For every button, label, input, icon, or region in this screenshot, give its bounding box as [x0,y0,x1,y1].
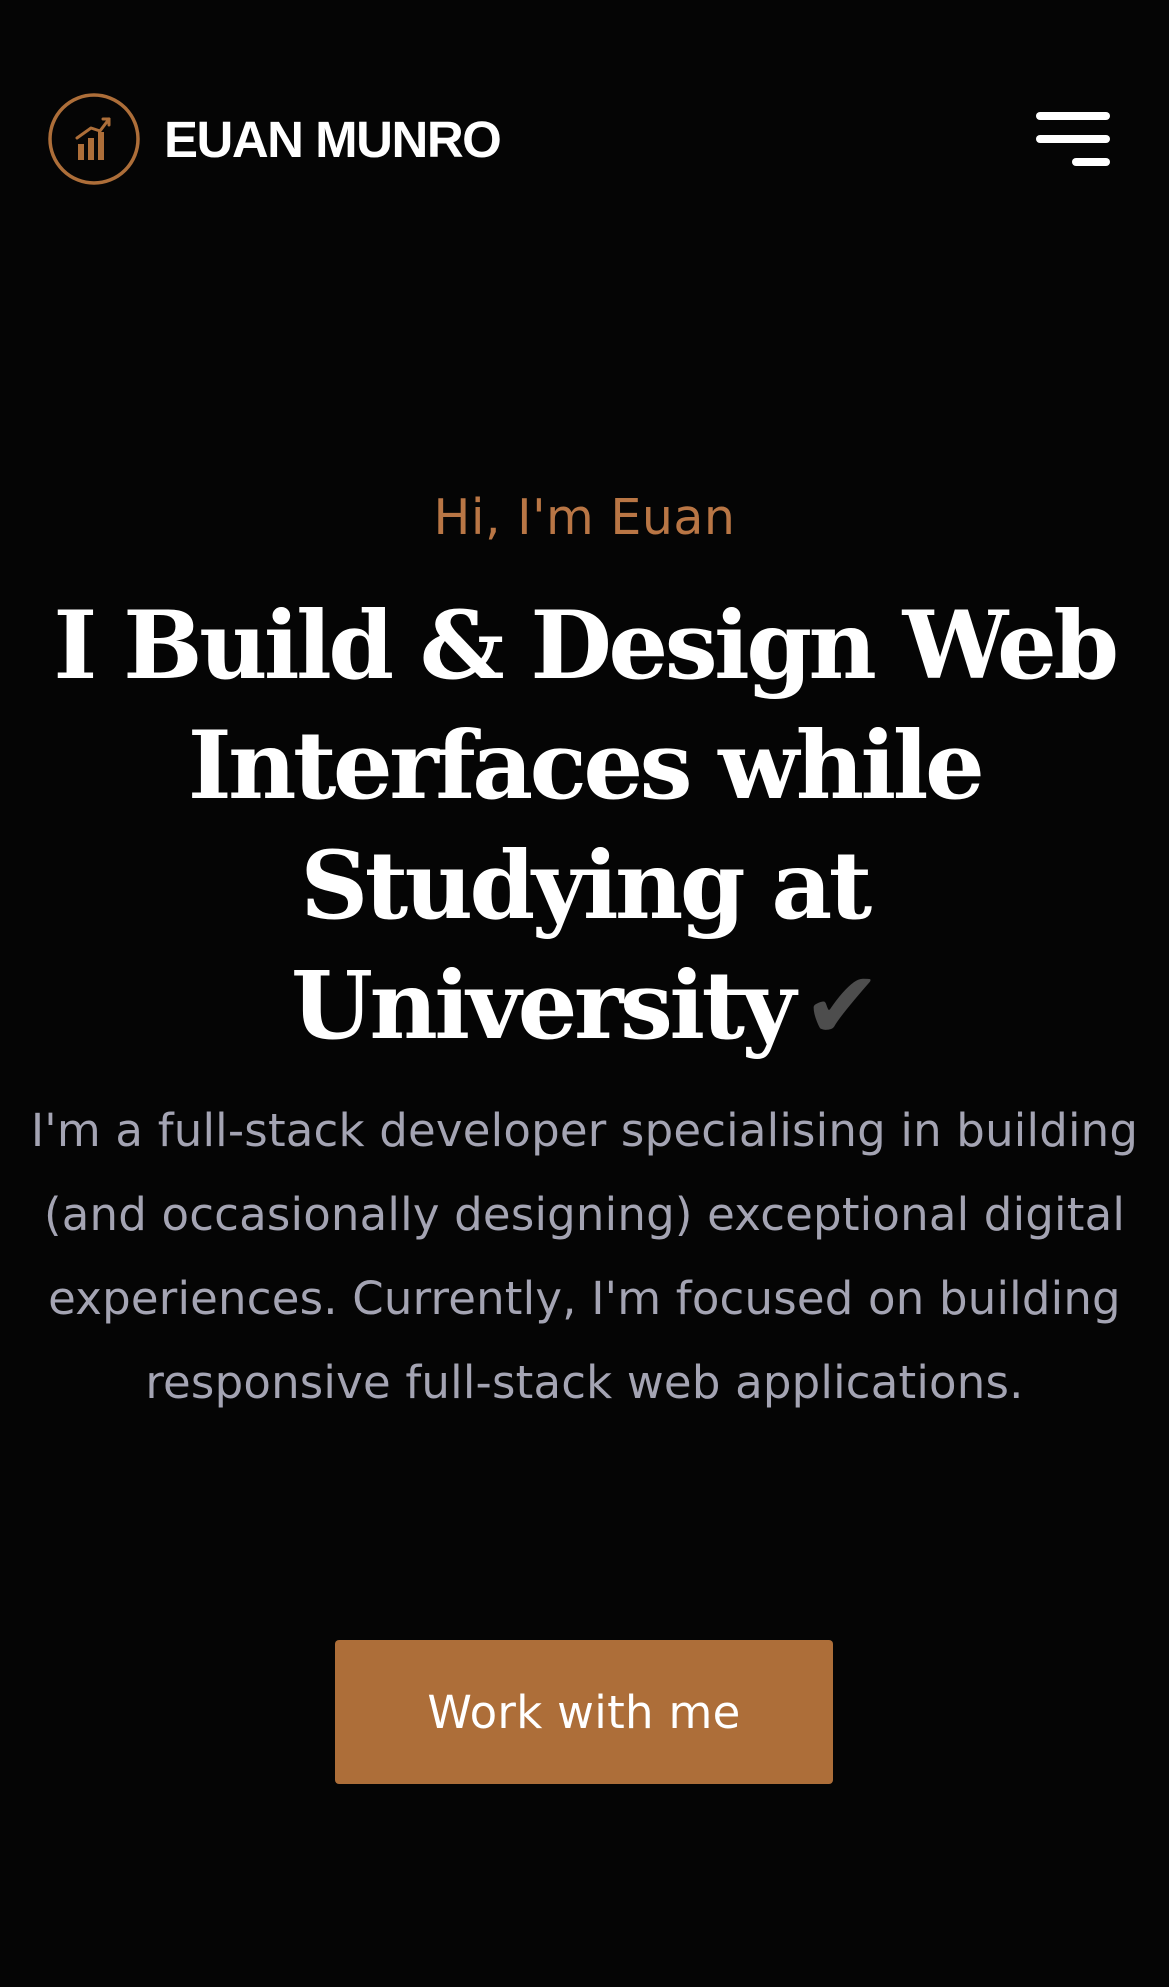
hero-headline: I Build & Design Web Interfaces while St… [35,586,1135,1067]
work-with-me-button[interactable]: Work with me [335,1640,833,1784]
hero-section: Hi, I'm Euan I Build & Design Web Interf… [0,470,1169,1425]
hero-headline-text: I Build & Design Web Interfaces while St… [53,591,1119,1061]
bar-chart-circle-icon [48,93,140,185]
hamburger-menu-icon[interactable] [1036,108,1110,170]
work-with-me-label: Work with me [427,1685,741,1739]
hero-intro: I'm a full-stack developer specialising … [30,1104,1139,1409]
menu-bar-middle [1036,135,1110,143]
hero-greeting: Hi, I'm Euan [433,489,736,546]
menu-bar-bottom [1072,158,1110,166]
site-header: EUAN MUNRO [0,0,1169,280]
check-mark-icon: ✔ [802,952,882,1061]
site-logo-link[interactable]: EUAN MUNRO [48,93,502,185]
menu-bar-top [1036,112,1110,120]
site-logo-text: EUAN MUNRO [164,110,502,168]
